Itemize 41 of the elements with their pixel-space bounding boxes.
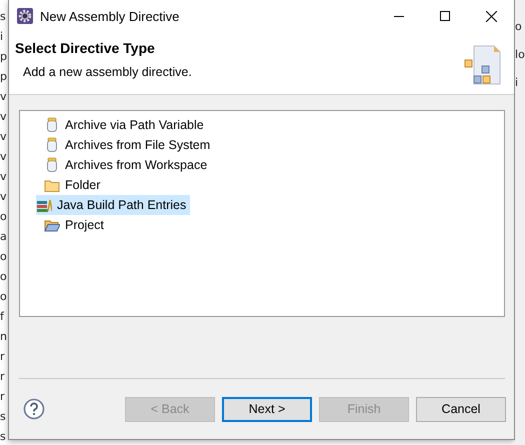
list-item[interactable]: Java Build Path Entries (36, 195, 190, 215)
background-text: v (0, 169, 8, 185)
list-item[interactable]: Archive via Path Variable (40, 115, 208, 135)
background-text: v (0, 189, 8, 205)
background-text: a (0, 229, 8, 245)
background-text: v (0, 149, 8, 165)
background-text: p (0, 69, 8, 85)
list-item[interactable]: Archives from File System (40, 135, 214, 155)
background-text: f (0, 309, 6, 325)
list-item[interactable]: Folder (40, 175, 104, 195)
background-text: lo (515, 47, 525, 63)
background-text: o (0, 209, 8, 225)
page-title: Select Directive Type (14, 40, 156, 56)
background-text: i (0, 29, 4, 45)
background-text: o (0, 289, 8, 305)
maximize-icon (440, 11, 450, 21)
background-text: s (0, 409, 7, 425)
list-item[interactable]: Project (40, 215, 108, 235)
background-text: o (0, 249, 8, 265)
background-text: s (0, 9, 7, 25)
books-icon (36, 197, 52, 213)
background-text: r (0, 389, 6, 405)
window-title: New Assembly Directive (40, 8, 180, 24)
background-text: o (0, 269, 8, 285)
background-text: p (0, 49, 8, 65)
dialog-button[interactable]: Cancel (416, 396, 506, 422)
background-text: v (0, 89, 8, 105)
background-text: r (0, 369, 6, 385)
gear-icon (16, 8, 33, 24)
list-item[interactable]: Archives from Workspace (40, 155, 212, 175)
background-text: o (515, 19, 523, 35)
close-icon (486, 10, 497, 22)
background-text: s (0, 429, 7, 445)
background-text: i (515, 75, 520, 91)
background-text: v (0, 109, 8, 125)
page-description: Add a new assembly directive. (22, 65, 193, 79)
dialog-button[interactable]: Next > (222, 396, 312, 422)
background-text: r (0, 349, 6, 365)
help-button[interactable] (22, 398, 45, 420)
background-text: v (0, 129, 8, 145)
background-text: n (0, 329, 8, 345)
